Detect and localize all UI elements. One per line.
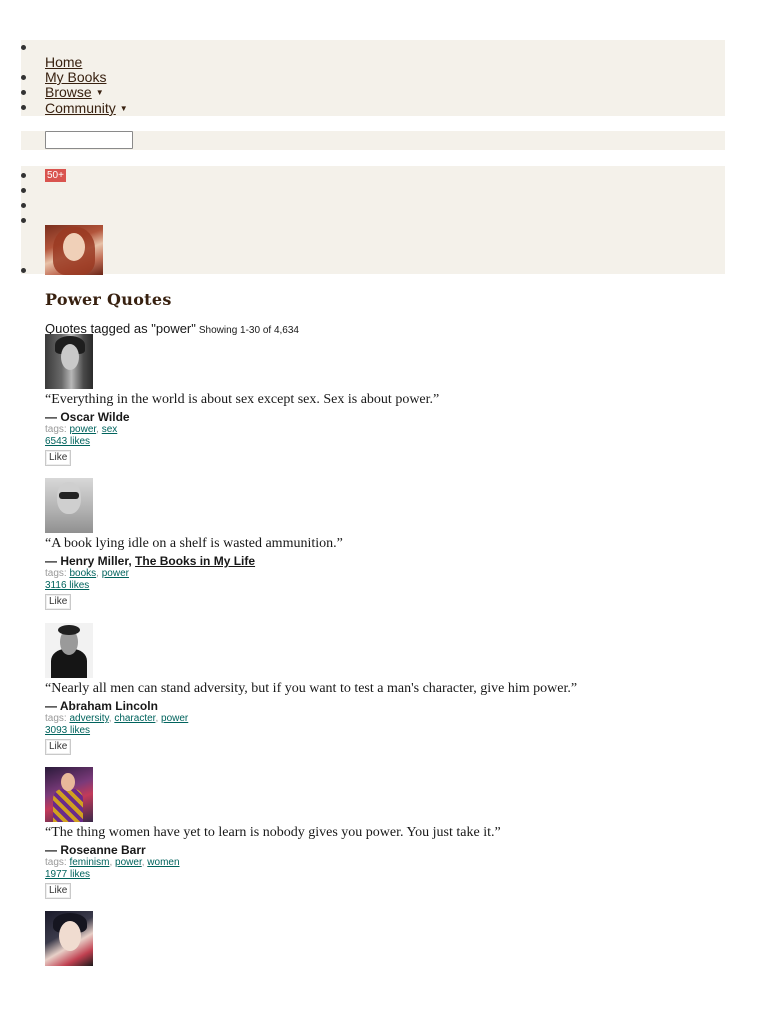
quote-tags: tags: feminism, power, women bbox=[45, 857, 180, 868]
avatar-face bbox=[63, 233, 85, 261]
quote-author: — Oscar Wilde bbox=[45, 410, 725, 424]
nav-home-label: Home bbox=[45, 54, 83, 70]
tag-link[interactable]: power bbox=[115, 857, 142, 868]
tags-label: tags: bbox=[45, 857, 67, 868]
book-title-link[interactable]: The Books in My Life bbox=[135, 554, 255, 568]
quote-tags: tags: adversity, character, power bbox=[45, 713, 189, 724]
tags-label: tags: bbox=[45, 713, 67, 724]
list-bullet bbox=[21, 105, 26, 110]
quote-likes: 3093 likes bbox=[45, 725, 725, 736]
author-name[interactable]: — Oscar Wilde bbox=[45, 410, 130, 424]
tag-link[interactable]: power bbox=[69, 424, 96, 435]
author-photo-roseanne-barr[interactable] bbox=[45, 767, 93, 822]
like-button[interactable]: Like bbox=[45, 883, 72, 899]
tags-label: tags: bbox=[45, 568, 67, 579]
tag-link[interactable]: sex bbox=[102, 424, 118, 435]
list-bullet bbox=[21, 218, 26, 223]
tag-link[interactable]: power bbox=[102, 568, 129, 579]
like-button[interactable]: Like bbox=[45, 739, 72, 755]
like-button[interactable]: Like bbox=[45, 594, 72, 610]
quote-item: “Nearly all men can stand adversity, but… bbox=[45, 623, 725, 755]
nav-community-label: Community bbox=[45, 100, 116, 116]
quote-author: — Abraham Lincoln bbox=[45, 699, 725, 713]
user-avatar[interactable] bbox=[45, 225, 103, 275]
quote-author: — Henry Miller, The Books in My Life bbox=[45, 554, 725, 568]
tag-link[interactable]: power bbox=[161, 713, 188, 724]
caret-down-icon: ▼ bbox=[119, 104, 128, 113]
list-bullet bbox=[21, 90, 26, 95]
quote-likes: 1977 likes bbox=[45, 869, 725, 880]
quote-tags: tags: power, sex bbox=[45, 424, 118, 435]
quote-text: “A book lying idle on a shelf is wasted … bbox=[45, 536, 343, 551]
quote-author: — Roseanne Barr bbox=[45, 843, 725, 857]
personal-nav bbox=[21, 166, 725, 274]
list-bullet bbox=[21, 45, 26, 50]
author-name[interactable]: — Henry Miller, bbox=[45, 554, 132, 568]
photo-face bbox=[61, 344, 79, 370]
nav-home-link[interactable]: Home bbox=[45, 55, 82, 70]
search-input[interactable] bbox=[45, 131, 133, 149]
photo-glasses bbox=[59, 492, 79, 499]
nav-community-link[interactable]: Community ▼ bbox=[45, 101, 128, 116]
nav-browse-label: Browse bbox=[45, 84, 92, 100]
author-name[interactable]: — Roseanne Barr bbox=[45, 843, 146, 857]
tag-link[interactable]: character bbox=[114, 713, 155, 724]
list-bullet bbox=[21, 203, 26, 208]
like-button[interactable]: Like bbox=[45, 450, 72, 466]
list-bullet bbox=[21, 268, 26, 273]
author-photo-oscar-wilde[interactable] bbox=[45, 334, 93, 389]
quote-text: “Nearly all men can stand adversity, but… bbox=[45, 681, 578, 696]
tag-link[interactable]: adversity bbox=[69, 713, 108, 724]
quote-text: “The thing women have yet to learn is no… bbox=[45, 825, 501, 840]
quote-item: “The thing women have yet to learn is no… bbox=[45, 767, 725, 899]
photo-hair bbox=[58, 625, 80, 635]
author-photo-abraham-lincoln[interactable] bbox=[45, 623, 93, 678]
page-title: Power Quotes bbox=[45, 290, 172, 309]
tag-link[interactable]: feminism bbox=[69, 857, 109, 868]
likes-count-link[interactable]: 1977 likes bbox=[45, 869, 90, 880]
quote-likes: 6543 likes bbox=[45, 436, 725, 447]
photo-face bbox=[61, 773, 75, 791]
likes-count-link[interactable]: 3093 likes bbox=[45, 725, 90, 736]
list-bullet bbox=[21, 173, 26, 178]
quote-item: “Everything in the world is about sex ex… bbox=[45, 334, 725, 466]
notifications-badge[interactable]: 50+ bbox=[45, 169, 66, 182]
quote-likes: 3116 likes bbox=[45, 580, 725, 591]
tags-label: tags: bbox=[45, 424, 67, 435]
photo-face bbox=[59, 921, 81, 951]
quote-item: “A book lying idle on a shelf is wasted … bbox=[45, 478, 725, 610]
author-photo[interactable] bbox=[45, 911, 93, 966]
likes-count-link[interactable]: 6543 likes bbox=[45, 436, 90, 447]
nav-browse-link[interactable]: Browse ▼ bbox=[45, 85, 104, 100]
tag-link[interactable]: books bbox=[69, 568, 96, 579]
likes-count-link[interactable]: 3116 likes bbox=[45, 580, 89, 591]
author-name[interactable]: — Abraham Lincoln bbox=[45, 699, 158, 713]
quote-text: “Everything in the world is about sex ex… bbox=[45, 392, 440, 407]
photo-outfit bbox=[53, 789, 83, 822]
quote-item bbox=[45, 911, 725, 966]
list-bullet bbox=[21, 188, 26, 193]
tag-link[interactable]: women bbox=[147, 857, 179, 868]
list-bullet bbox=[21, 75, 26, 80]
nav-my-books-link[interactable]: My Books bbox=[45, 70, 106, 85]
quote-tags: tags: books, power bbox=[45, 568, 129, 579]
nav-my-books-label: My Books bbox=[45, 69, 107, 85]
caret-down-icon: ▼ bbox=[95, 88, 104, 97]
author-photo-henry-miller[interactable] bbox=[45, 478, 93, 533]
